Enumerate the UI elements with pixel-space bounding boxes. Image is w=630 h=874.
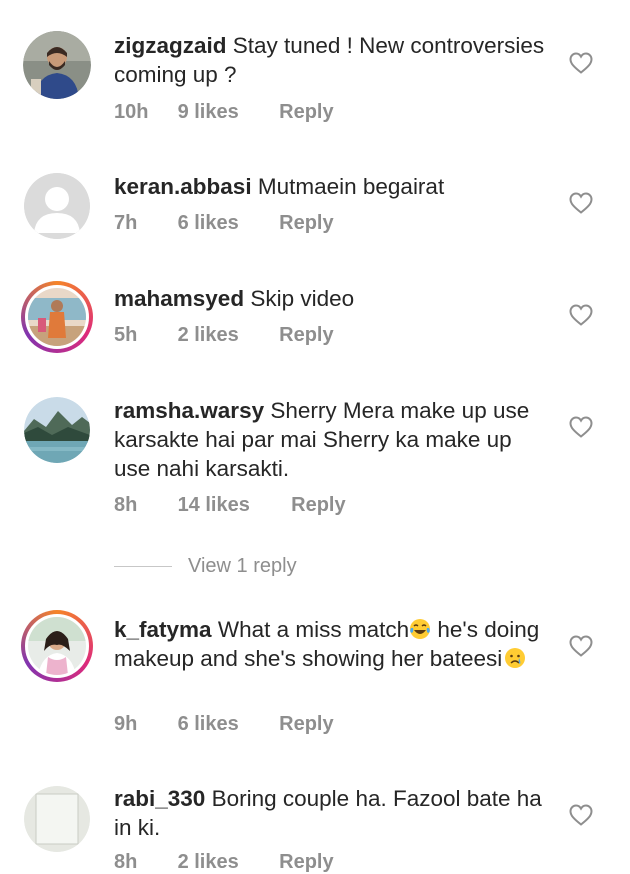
comment-time: 7h — [114, 212, 138, 234]
comment-likes[interactable]: 6 likes — [178, 713, 274, 736]
avatar[interactable] — [24, 173, 90, 239]
comment-meta: 10h 9 likes Reply — [114, 101, 334, 124]
reply-button[interactable]: Reply — [279, 324, 333, 347]
reply-button[interactable]: Reply — [279, 851, 333, 874]
heart-icon[interactable] — [569, 192, 593, 214]
comment-text: k_fatyma What a miss match he's doing ma… — [114, 615, 554, 673]
comment-text: ramsha.warsy Sherry Mera make up use kar… — [114, 396, 554, 483]
comment-likes[interactable]: 6 likes — [178, 212, 274, 235]
crying-face-emoji-icon — [505, 648, 526, 668]
comment-text: keran.abbasi Mutmaein begairat — [114, 172, 554, 201]
comment-likes[interactable]: 14 likes — [178, 494, 286, 517]
comment-username[interactable]: rabi_330 — [114, 786, 205, 811]
view-replies-button[interactable]: View 1 reply — [114, 555, 297, 578]
reply-button[interactable]: Reply — [279, 212, 333, 235]
heart-icon[interactable] — [569, 635, 593, 657]
avatar[interactable] — [21, 281, 93, 353]
avatar[interactable] — [24, 397, 90, 463]
comment-likes[interactable]: 9 likes — [178, 101, 274, 124]
comment-username[interactable]: keran.abbasi — [114, 174, 252, 199]
heart-icon[interactable] — [569, 804, 593, 826]
comment-text: rabi_330 Boring couple ha. Fazool bate h… — [114, 784, 554, 842]
comment-time: 8h — [114, 851, 138, 873]
comment-time: 5h — [114, 324, 138, 346]
heart-icon[interactable] — [569, 416, 593, 438]
comment-likes[interactable]: 2 likes — [178, 851, 274, 874]
comment-text: mahamsyed Skip video — [114, 284, 554, 313]
avatar[interactable] — [23, 31, 91, 99]
reply-button[interactable]: Reply — [279, 101, 333, 124]
comment-meta: 5h 2 likes Reply — [114, 324, 334, 347]
heart-icon[interactable] — [569, 52, 593, 74]
comment-meta: 9h 6 likes Reply — [114, 713, 334, 736]
comment-likes[interactable]: 2 likes — [178, 324, 274, 347]
comment-time: 9h — [114, 713, 138, 735]
comment-meta: 8h 14 likes Reply — [114, 494, 346, 517]
tears-of-joy-emoji-icon — [410, 619, 431, 639]
avatar[interactable] — [24, 786, 90, 852]
comment-username[interactable]: mahamsyed — [114, 286, 244, 311]
comment-time: 10h — [114, 101, 149, 123]
comment-time: 8h — [114, 494, 138, 516]
comment-body: Skip video — [250, 286, 355, 311]
comment-meta: 8h 2 likes Reply — [114, 851, 334, 874]
heart-icon[interactable] — [569, 304, 593, 326]
comment-username[interactable]: k_fatyma — [114, 617, 212, 642]
comment-text: zigzagzaid Stay tuned ! New controversie… — [114, 31, 554, 89]
comment-body-part1: What a miss match — [217, 617, 410, 642]
avatar[interactable] — [21, 610, 93, 682]
comment-meta: 7h 6 likes Reply — [114, 212, 334, 235]
comment-username[interactable]: zigzagzaid — [114, 33, 227, 58]
reply-button[interactable]: Reply — [279, 713, 333, 736]
comment-username[interactable]: ramsha.warsy — [114, 398, 264, 423]
reply-button[interactable]: Reply — [291, 494, 345, 517]
view-replies-label[interactable]: View 1 reply — [188, 555, 297, 578]
view-replies-divider — [114, 566, 172, 567]
comment-body: Mutmaein begairat — [257, 174, 445, 199]
